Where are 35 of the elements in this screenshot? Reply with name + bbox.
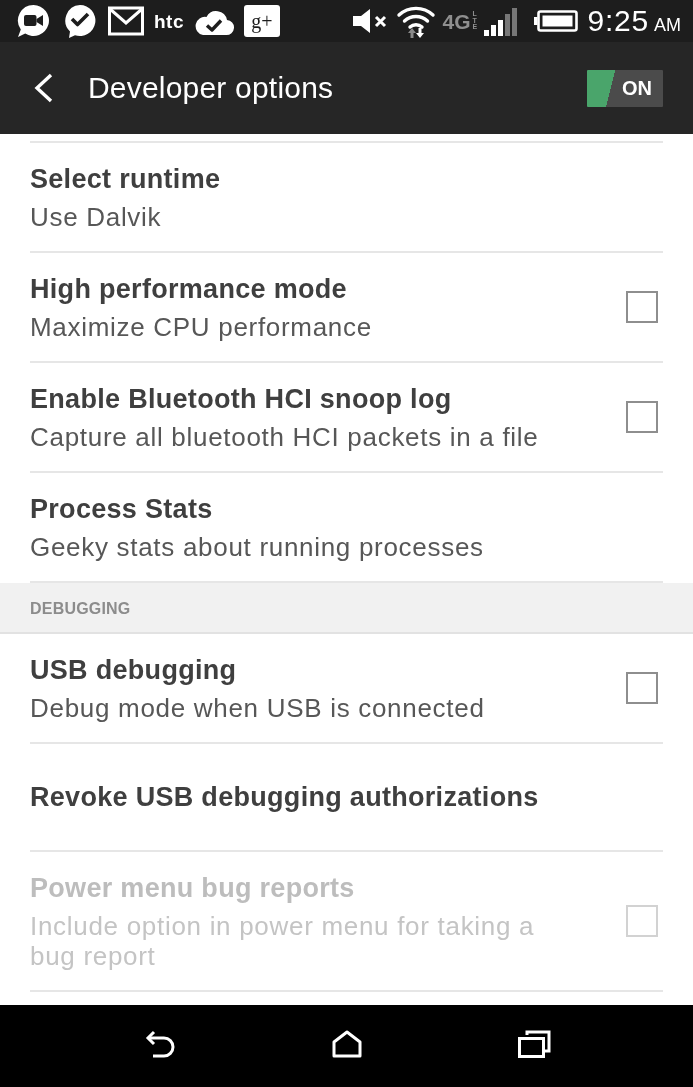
recent-apps-icon (516, 1029, 551, 1059)
setting-summary: Include option in power menu for taking a bug report (30, 911, 536, 971)
setting-title: USB debugging (30, 654, 238, 687)
battery-icon (534, 9, 579, 33)
nav-home-button[interactable] (330, 1029, 363, 1059)
speaker-muted-icon (350, 6, 389, 36)
network-type-label: 4G (442, 10, 471, 32)
brand-label: htc (154, 11, 184, 31)
checkbox[interactable] (626, 672, 658, 704)
setting-title: Select runtime (30, 163, 222, 196)
signal-icon (483, 6, 520, 36)
checkbox[interactable] (626, 291, 658, 323)
home-icon (330, 1029, 363, 1059)
setting-summary: Use Dalvik (30, 202, 163, 232)
setting-summary: Debug mode when USB is connected (30, 693, 486, 723)
g-plus-tile: g+ (244, 5, 280, 37)
setting-summary: Capture all bluetooth HCI packets in a file (30, 422, 540, 452)
screen-title: Developer options (88, 70, 335, 106)
checkbox[interactable] (626, 401, 658, 433)
master-switch[interactable]: ON (587, 69, 663, 107)
setting-title: High performance mode (30, 273, 348, 306)
setting-summary: Maximize CPU performance (30, 312, 373, 342)
setting-title: Revoke USB debugging authorizations (30, 781, 540, 814)
chevron-left-icon (34, 73, 54, 103)
mail-icon (108, 6, 144, 36)
section-header: DEBUGGING (0, 583, 693, 634)
chat-check-icon (62, 3, 98, 39)
video-bubble-icon (15, 3, 52, 39)
nav-recents-button[interactable] (516, 1029, 551, 1059)
setting-title: Process Stats (30, 493, 214, 526)
status-time-period: AM (654, 16, 681, 34)
setting-summary: Geeky stats about running processes (30, 532, 485, 562)
setting-title: Power menu bug reports (30, 872, 356, 905)
setting-title: Enable Bluetooth HCI snoop log (30, 383, 453, 416)
status-time: 9:25 (587, 6, 649, 36)
